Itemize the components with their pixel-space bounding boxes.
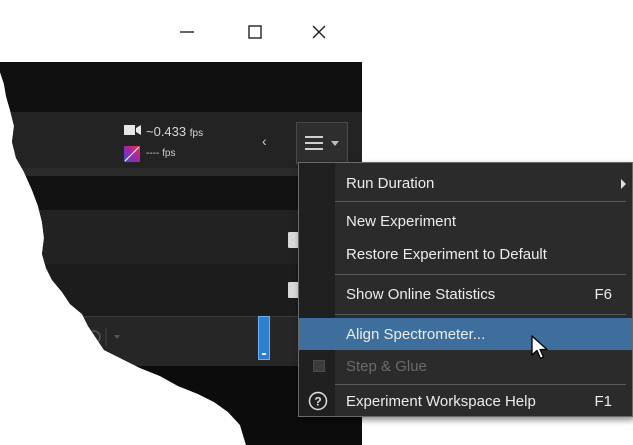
secondary-frame-rate: ---- fps <box>146 148 176 159</box>
menu-item-label: Run Duration <box>346 175 435 192</box>
checkbox-icon <box>313 360 325 372</box>
close-icon <box>312 25 326 39</box>
menu-item-label: New Experiment <box>346 213 457 230</box>
menu-item-step-and-glue: Step & Glue <box>299 350 632 382</box>
caret-down-icon <box>331 141 339 146</box>
minimize-button[interactable] <box>164 14 210 50</box>
maximize-button[interactable] <box>232 14 278 50</box>
menu-separator <box>335 201 626 202</box>
maximize-icon <box>248 25 262 39</box>
menu-item-label: Show Online Statistics <box>346 286 496 303</box>
window-title-bar <box>0 0 362 62</box>
menu-item-shortcut: F6 <box>594 286 612 303</box>
camera-frame-rate: ~0.433 fps <box>146 124 204 139</box>
menu-separator <box>335 274 626 275</box>
menu-item-restore-default[interactable]: Restore Experiment to Default <box>299 238 632 270</box>
chevron-left-icon[interactable]: ‹ <box>262 133 267 149</box>
menu-item-run-duration[interactable]: Run Duration <box>299 167 632 199</box>
close-button[interactable] <box>296 14 342 50</box>
scrollbar-thumb[interactable] <box>258 316 270 360</box>
help-icon: ? <box>308 391 328 411</box>
menu-item-label: Step & Glue <box>346 358 427 375</box>
camera-icon <box>124 125 141 135</box>
menu-item-label: Restore Experiment to Default <box>346 246 547 263</box>
menu-item-label: Experiment Workspace Help <box>346 393 536 410</box>
experiment-menu-button[interactable] <box>296 122 348 164</box>
menu-item-label: Align Spectrometer... <box>346 326 486 343</box>
menu-strip <box>0 62 362 112</box>
experiment-dropdown-menu: Run Duration New Experiment Restore Expe… <box>298 162 633 417</box>
mouse-cursor-icon <box>531 335 548 360</box>
svg-text:?: ? <box>314 395 321 409</box>
hamburger-icon <box>305 136 323 150</box>
menu-item-shortcut: F1 <box>594 393 612 410</box>
chevron-right-icon <box>621 179 626 189</box>
dimmed-dropdown[interactable] <box>84 326 124 348</box>
app-screenshot: ~0.433 fps ---- fps ‹ Run Duration New E… <box>0 0 633 445</box>
menu-item-align-spectrometer[interactable]: Align Spectrometer... <box>299 318 632 350</box>
spectrum-icon <box>124 146 140 162</box>
menu-item-show-online-statistics[interactable]: Show Online Statistics F6 <box>299 278 632 310</box>
minimize-icon <box>180 31 194 33</box>
menu-separator <box>335 314 626 315</box>
menu-item-workspace-help[interactable]: ? Experiment Workspace Help F1 <box>299 385 632 417</box>
menu-item-new-experiment[interactable]: New Experiment <box>299 205 632 237</box>
